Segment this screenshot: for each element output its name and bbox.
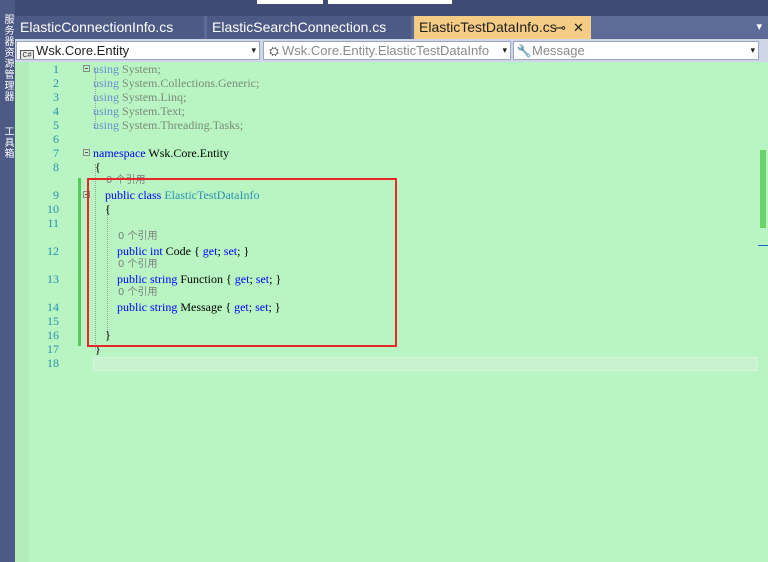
tab-overflow-icon[interactable]: ▾ <box>756 16 762 39</box>
line-number: 3 <box>53 90 59 104</box>
type-dropdown[interactable]: ⛭ Wsk.Core.Entity.ElasticTestDataInfo ▾ <box>263 41 511 60</box>
toolbar-field[interactable] <box>328 0 452 4</box>
code-line[interactable]: 4 using System.Text; <box>15 104 758 118</box>
code-text: using System.Collections.Generic; <box>93 76 259 90</box>
line-number: 5 <box>53 118 59 132</box>
code-editor[interactable]: 1 using System; 2 using System.Collections.… <box>15 62 758 562</box>
collapse-toggle-icon[interactable] <box>83 65 90 72</box>
code-line[interactable]: 18 <box>15 356 758 370</box>
pin-icon[interactable]: ⊸ <box>555 16 566 39</box>
code-token: { <box>95 160 101 174</box>
code-line[interactable]: 8{ <box>15 160 758 174</box>
tab-label: ElasticConnectionInfo.cs <box>20 19 174 35</box>
collapse-toggle-icon[interactable] <box>83 149 90 156</box>
toolbar-field[interactable] <box>257 0 323 4</box>
line-number: 1 <box>53 62 59 76</box>
line-number: 4 <box>53 104 59 118</box>
code-token: Wsk.Core.Entity <box>145 146 230 160</box>
scroll-caret-marker <box>758 245 768 246</box>
document-tab-bar: ElasticConnectionInfo.cs ElasticSearchCo… <box>15 16 768 39</box>
code-token: System.Text; <box>119 104 185 118</box>
tab-elastic-search-connection[interactable]: ElasticSearchConnection.cs <box>207 16 411 39</box>
code-token: namespace <box>93 146 146 160</box>
side-tab-server-explorer[interactable]: 服务器资源管理器 <box>0 2 15 114</box>
code-text: using System; <box>93 62 161 76</box>
line-number: 13 <box>47 272 59 286</box>
code-token: System.Linq; <box>119 90 187 104</box>
project-dropdown[interactable]: C# Wsk.Core.Entity ▾ <box>16 41 260 60</box>
code-text: using System.Threading.Tasks; <box>93 118 243 132</box>
line-number: 6 <box>53 132 59 146</box>
code-text: { <box>95 160 101 174</box>
project-label: Wsk.Core.Entity <box>36 43 130 58</box>
code-text: using System.Linq; <box>93 90 186 104</box>
code-token: using <box>93 62 120 76</box>
line-number: 7 <box>53 146 59 160</box>
chevron-down-icon: ▾ <box>502 45 507 55</box>
code-line[interactable]: 6 <box>15 132 758 146</box>
class-icon: ⛭ <box>269 44 279 58</box>
code-token: System.Threading.Tasks; <box>119 118 244 132</box>
line-number: 14 <box>47 300 59 314</box>
chevron-down-icon: ▾ <box>750 45 755 55</box>
side-tab-toolbox[interactable]: 工具箱 <box>0 122 15 162</box>
line-number: 12 <box>47 244 59 258</box>
close-icon[interactable]: ✕ <box>573 16 584 39</box>
line-number: 9 <box>53 188 59 202</box>
code-line[interactable]: 3 using System.Linq; <box>15 90 758 104</box>
code-token: using <box>93 90 120 104</box>
tab-label: ElasticSearchConnection.cs <box>212 19 387 35</box>
line-number: 11 <box>47 216 59 230</box>
code-token: using <box>93 104 120 118</box>
tab-label: ElasticTestDataInfo.cs <box>419 19 557 35</box>
type-label: Wsk.Core.Entity.ElasticTestDataInfo <box>282 43 490 58</box>
code-line[interactable]: 1 using System; <box>15 62 758 76</box>
code-line[interactable]: 7 namespace Wsk.Core.Entity <box>15 146 758 160</box>
top-toolbar <box>15 0 768 16</box>
line-number: 2 <box>53 76 59 90</box>
code-token: System.Collections.Generic; <box>119 76 260 90</box>
code-line[interactable]: 5 using System.Threading.Tasks; <box>15 118 758 132</box>
side-tool-strip: 服务器资源管理器 工具箱 <box>0 0 15 562</box>
line-number: 18 <box>47 356 59 370</box>
code-token: System; <box>119 62 161 76</box>
tab-elastic-test-data-info[interactable]: ElasticTestDataInfo.cs ⊸ ✕ <box>414 16 591 39</box>
tab-elastic-connection-info[interactable]: ElasticConnectionInfo.cs <box>15 16 204 39</box>
line-number: 17 <box>47 342 59 356</box>
line-number: 10 <box>47 202 59 216</box>
navigation-bar: C# Wsk.Core.Entity ▾ ⛭ Wsk.Core.Entity.Ela… <box>15 39 768 62</box>
red-highlight-box <box>87 178 397 347</box>
chevron-down-icon: ▾ <box>251 45 256 55</box>
code-token: using <box>93 76 120 90</box>
code-text: using System.Text; <box>93 104 185 118</box>
member-label: Message <box>532 43 585 58</box>
scroll-change-marker <box>760 150 766 228</box>
csharp-project-icon: C# <box>20 50 34 59</box>
code-token: using <box>93 118 120 132</box>
vertical-scrollbar[interactable] <box>758 62 768 562</box>
line-number: 16 <box>47 328 59 342</box>
line-number: 15 <box>47 314 59 328</box>
member-dropdown[interactable]: 🔧Message ▾ <box>513 41 759 60</box>
line-number: 8 <box>53 160 59 174</box>
code-text: namespace Wsk.Core.Entity <box>93 146 229 160</box>
code-line[interactable]: 2 using System.Collections.Generic; <box>15 76 758 90</box>
wrench-icon: 🔧 <box>516 44 532 58</box>
